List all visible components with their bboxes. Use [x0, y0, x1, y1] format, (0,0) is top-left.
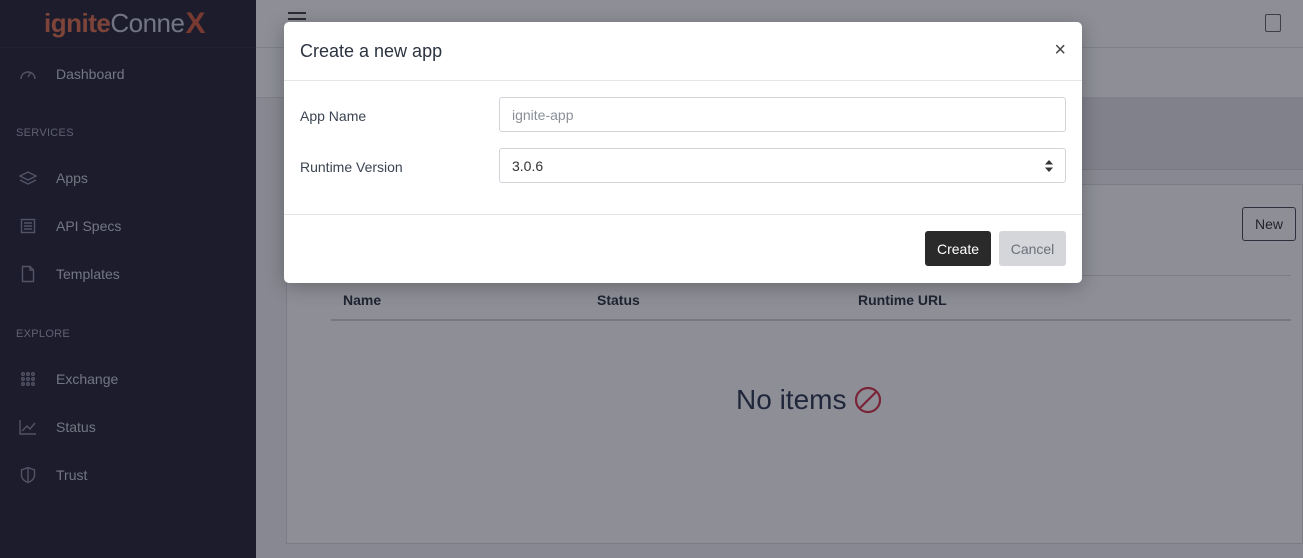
modal-title: Create a new app: [300, 40, 443, 61]
create-app-modal: Create a new app × App Name Runtime Vers…: [284, 22, 1082, 283]
select-arrows-icon: [1045, 159, 1053, 172]
runtime-version-value: 3.0.6: [512, 157, 544, 174]
app-name-label: App Name: [300, 108, 367, 124]
modal-body: App Name Runtime Version 3.0.6: [284, 81, 1082, 215]
runtime-version-label: Runtime Version: [300, 159, 403, 175]
modal-footer: Create Cancel: [284, 215, 1082, 282]
app-name-input[interactable]: [499, 97, 1066, 132]
modal-header: Create a new app ×: [284, 22, 1082, 81]
runtime-version-select[interactable]: 3.0.6: [499, 148, 1066, 183]
create-button[interactable]: Create: [925, 231, 991, 266]
close-icon[interactable]: ×: [1054, 40, 1066, 60]
cancel-button[interactable]: Cancel: [999, 231, 1066, 266]
